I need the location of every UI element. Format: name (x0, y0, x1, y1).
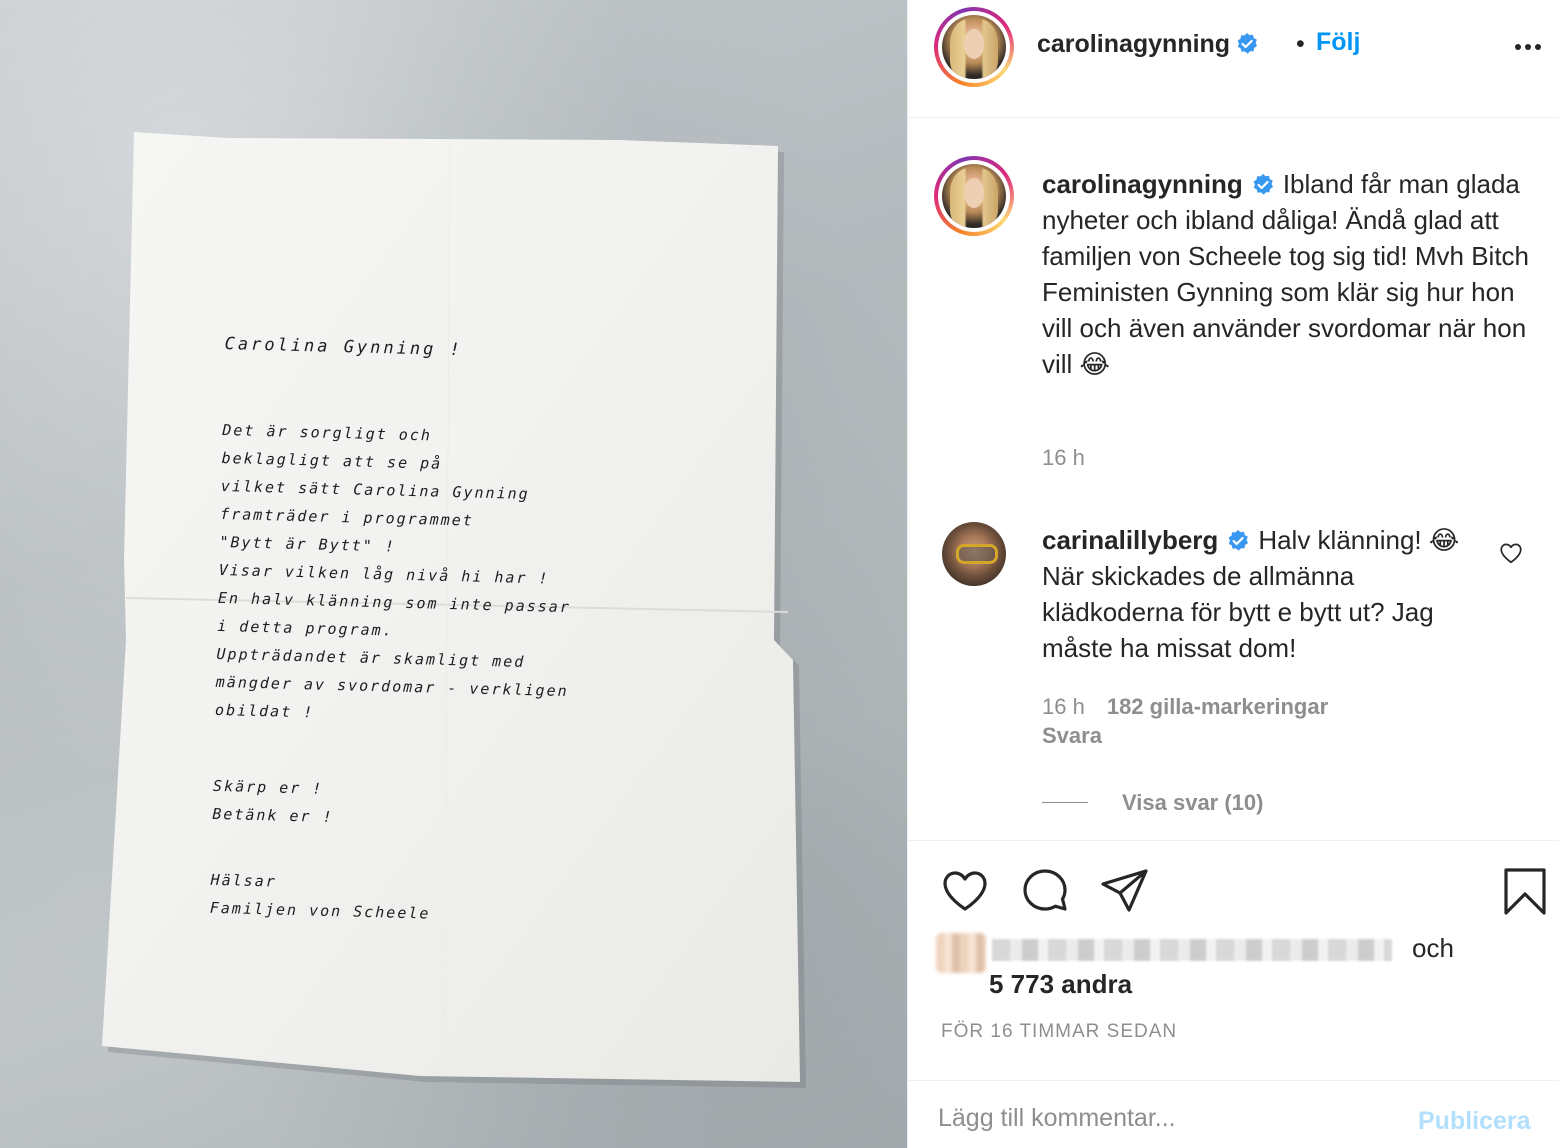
view-replies-button[interactable]: Visa svar (10) (1042, 790, 1263, 816)
post-photo[interactable]: Carolina Gynning ! Det är sorgligt och b… (0, 0, 907, 1148)
view-replies-line (1042, 802, 1088, 803)
liked-by-suffix: och (1412, 933, 1454, 963)
view-replies-label: Visa svar (10) (1122, 790, 1264, 815)
share-icon[interactable] (1100, 866, 1150, 916)
caption-text: Ibland får man glada nyheter och ibland … (1042, 169, 1530, 379)
comment-body: carinalillyberg Halv klänning! 😂 När ski… (1042, 522, 1472, 666)
heart-icon[interactable] (940, 866, 990, 916)
comment-meta: 16 h 182 gilla-markeringar (1042, 694, 1328, 720)
caption-avatar[interactable] (934, 156, 1014, 236)
commenter-avatar[interactable] (942, 522, 1006, 586)
verified-badge-icon (1253, 174, 1273, 195)
more-icon[interactable] (1513, 42, 1543, 52)
comment-time[interactable]: 16 h (1042, 694, 1085, 719)
author-avatar[interactable] (934, 7, 1014, 87)
liked-by-row: och (936, 933, 1556, 973)
reply-button[interactable]: Svara (1042, 723, 1102, 749)
caption-body: carolinagynning Ibland får man glada nyh… (1042, 166, 1532, 382)
comment-input[interactable] (938, 1097, 1398, 1139)
letter-text: Carolina Gynning ! Det är sorgligt och b… (210, 330, 745, 935)
publish-button[interactable]: Publicera (1418, 1107, 1531, 1136)
heart-small-icon[interactable] (1498, 540, 1524, 566)
comment-likes[interactable]: 182 gilla-markeringar (1107, 694, 1328, 719)
follow-button[interactable]: Följ (1316, 28, 1360, 57)
post-actions: och 5 773 andra FÖR 16 TIMMAR SEDAN (908, 840, 1559, 1080)
likes-count[interactable]: 5 773 andra (989, 969, 1132, 1000)
verified-badge-icon (1228, 530, 1249, 551)
author-name-row: carolinagynning (1037, 30, 1259, 59)
post-timestamp[interactable]: FÖR 16 TIMMAR SEDAN (941, 1021, 1177, 1043)
comment-username[interactable]: carinalillyberg (1042, 525, 1218, 555)
post-sidebar: carolinagynning • Följ carolinagynning I… (907, 0, 1559, 1148)
liked-by-avatar-blurred (936, 933, 986, 973)
header-separator: • (1296, 30, 1305, 58)
comment-icon[interactable] (1020, 866, 1070, 916)
post-header: carolinagynning • Följ (908, 0, 1559, 118)
add-comment-bar: Publicera (908, 1080, 1559, 1148)
liked-by-names-blurred (992, 939, 1392, 961)
verified-badge-icon (1237, 33, 1257, 54)
author-username[interactable]: carolinagynning (1037, 30, 1230, 58)
caption-time[interactable]: 16 h (1042, 445, 1085, 471)
bookmark-icon[interactable] (1500, 866, 1550, 916)
instagram-post-view: Carolina Gynning ! Det är sorgligt och b… (0, 0, 1559, 1148)
caption-username[interactable]: carolinagynning (1042, 169, 1243, 199)
